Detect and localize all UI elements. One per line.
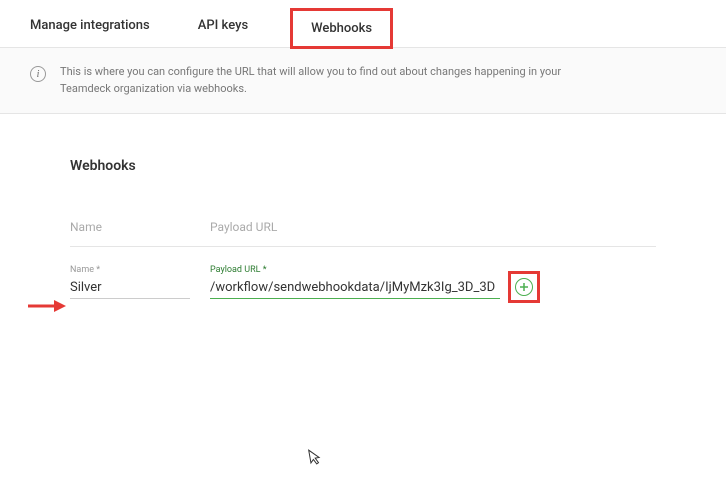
info-text: This is where you can configure the URL … <box>60 64 580 97</box>
info-bar: i This is where you can configure the UR… <box>0 48 726 114</box>
name-input[interactable] <box>70 277 190 299</box>
tab-webhooks[interactable]: Webhooks <box>290 8 393 49</box>
url-label: Payload URL * <box>210 265 500 275</box>
header-url: Payload URL <box>210 220 656 234</box>
payload-url-input[interactable] <box>210 277 500 299</box>
webhook-form-row: Name * Payload URL * <box>70 265 656 299</box>
content: Webhooks Name Payload URL Name * Payload… <box>0 114 726 343</box>
info-icon: i <box>30 66 46 82</box>
section-title: Webhooks <box>70 158 656 174</box>
name-field-wrap: Name * <box>70 265 210 299</box>
header-name: Name <box>70 220 210 234</box>
table-headers: Name Payload URL <box>70 220 656 247</box>
name-label: Name * <box>70 265 210 275</box>
arrow-annotation <box>26 298 66 314</box>
tab-api-keys[interactable]: API keys <box>192 0 254 47</box>
url-field-wrap: Payload URL * <box>210 265 500 299</box>
add-webhook-button[interactable] <box>515 278 533 296</box>
tab-manage-integrations[interactable]: Manage integrations <box>24 0 156 47</box>
tabs-bar: Manage integrations API keys Webhooks <box>0 0 726 48</box>
plus-icon <box>519 282 529 292</box>
cursor-icon <box>308 447 325 467</box>
add-button-highlight <box>508 271 540 303</box>
